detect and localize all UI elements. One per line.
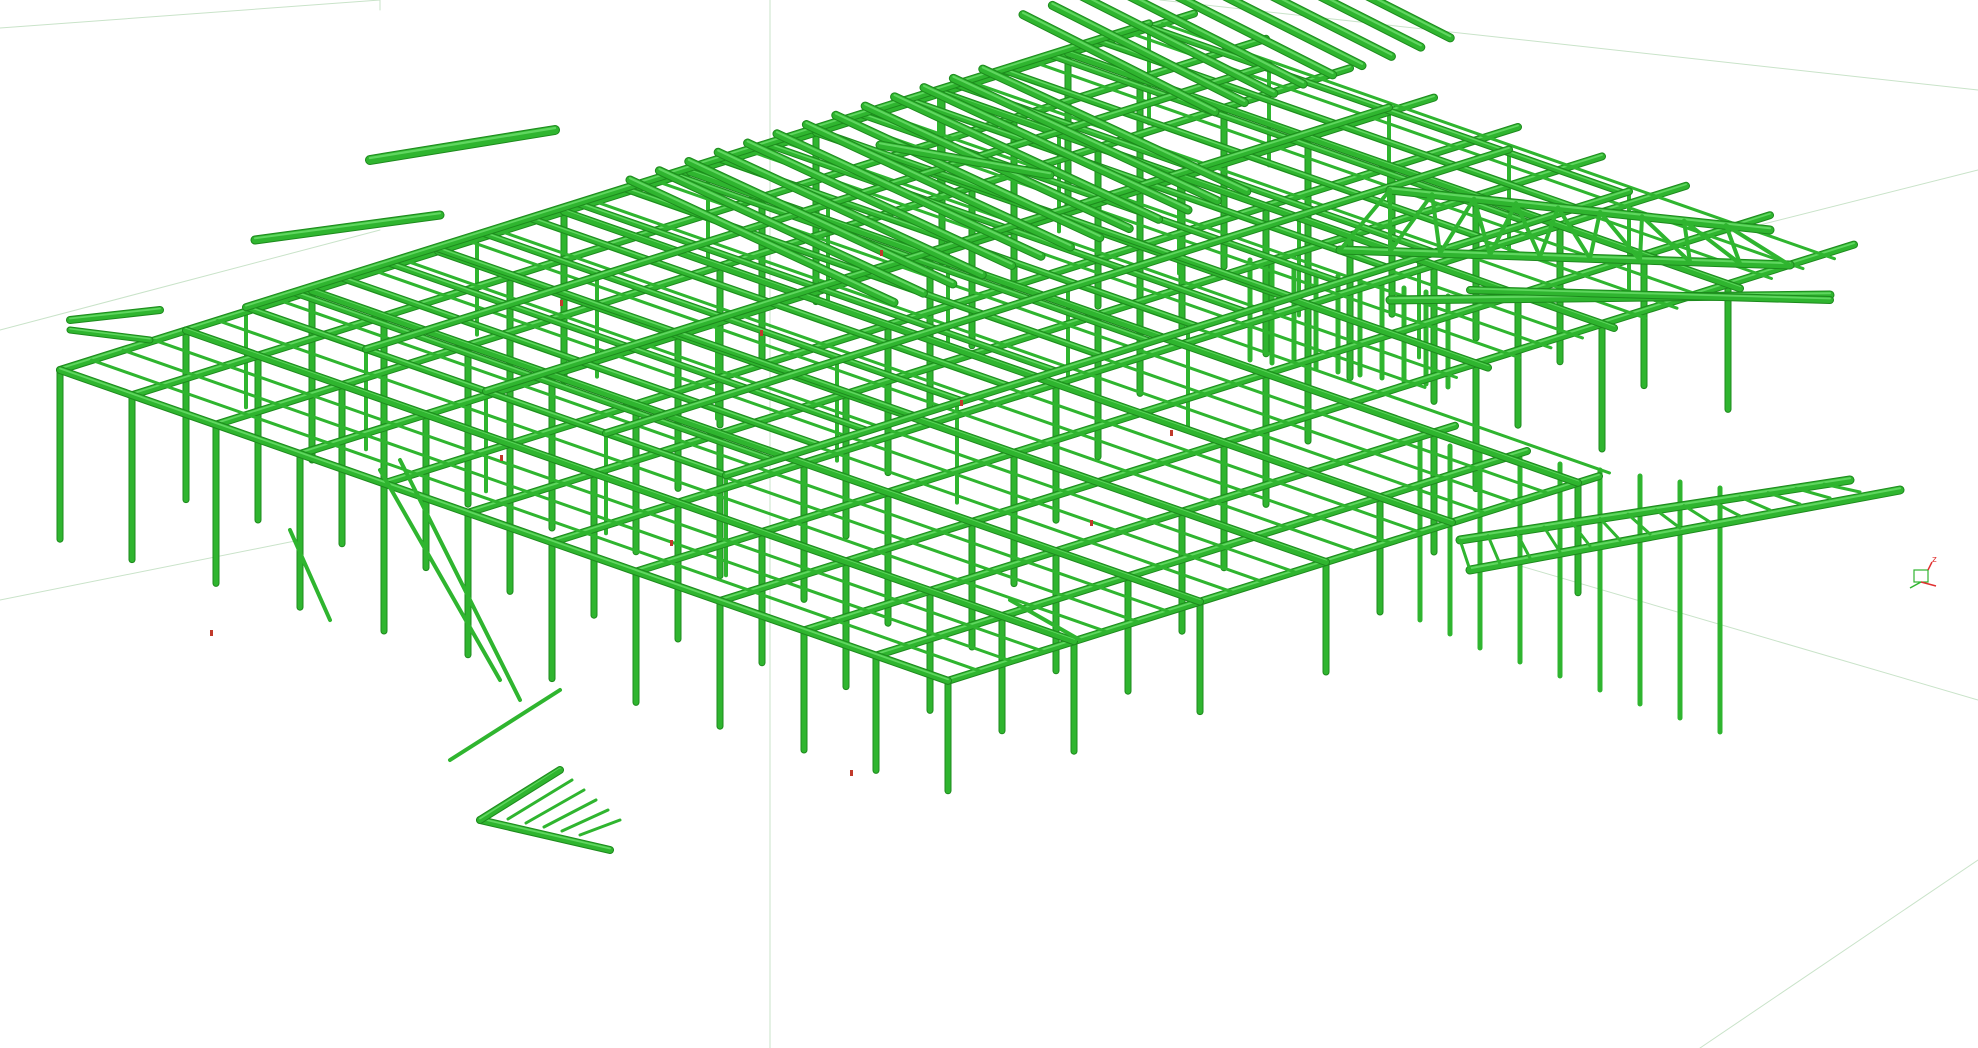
world-grid-line-6 (1699, 859, 1978, 1048)
truss-web-6 (1638, 214, 1644, 263)
connection-plate-6 (850, 770, 853, 776)
landing-beam-a (477, 817, 613, 853)
beams-group (56, 0, 1905, 854)
landing-joist-3 (542, 798, 598, 829)
world-grid-line-2 (0, 539, 301, 601)
walkway-joist-0 (1458, 538, 1472, 572)
left-roof-eave-flange (253, 212, 442, 240)
left-roof-ridge (366, 126, 559, 164)
connection-plate-0 (500, 455, 503, 461)
brace-2 (448, 688, 562, 762)
model-viewport[interactable]: z (0, 0, 1978, 1048)
landing-beam-a-flange (479, 817, 611, 850)
landing-joist-5 (578, 818, 622, 837)
walkway-joist-7 (1654, 508, 1682, 530)
connection-plate-3 (1090, 520, 1093, 526)
floor-joist-600 (688, 170, 1580, 485)
walkway-joist-5 (1598, 517, 1622, 542)
connection-plate-8 (560, 300, 563, 306)
connection-plate-9 (880, 250, 883, 256)
left-roof-ridge-flange (368, 126, 557, 160)
connection-plate-2 (960, 400, 963, 406)
world-grid-line-0 (0, 0, 381, 29)
floor-girder-u-0 (57, 367, 951, 684)
landing-joist-2 (524, 788, 586, 825)
brace-4 (288, 528, 332, 622)
connection-plate-5 (210, 630, 213, 636)
steel-frame-model[interactable] (0, 0, 1978, 1048)
axis-z-label: z (1932, 555, 1937, 565)
connection-plate-7 (1170, 430, 1173, 436)
connection-plate-4 (670, 540, 673, 546)
left-roof-eave (251, 211, 444, 244)
brace-1 (398, 458, 522, 702)
connection-plate-1 (760, 330, 763, 336)
walkway-joist-1 (1486, 534, 1502, 566)
axis-triad-icon[interactable]: z (1902, 556, 1942, 596)
